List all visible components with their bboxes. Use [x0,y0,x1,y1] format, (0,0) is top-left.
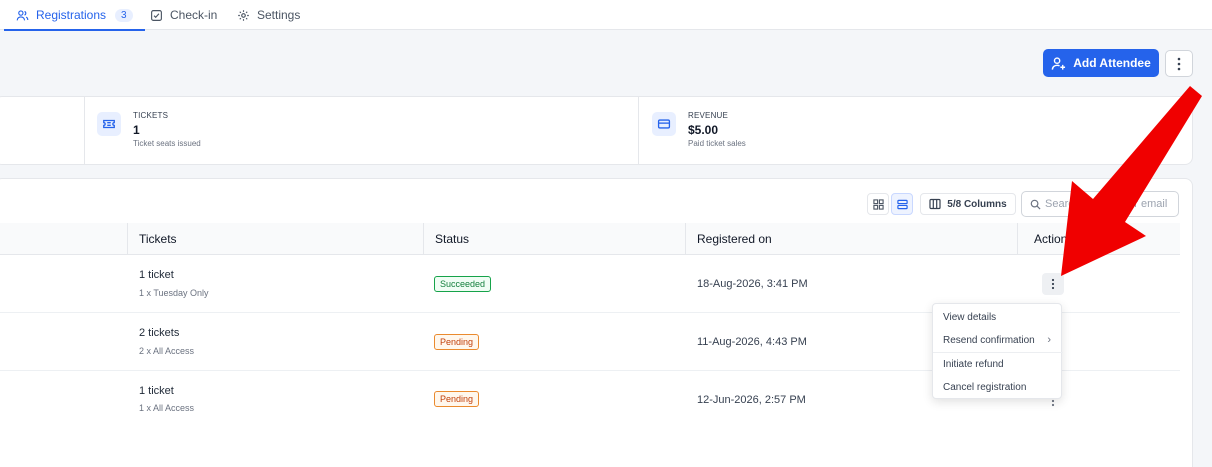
menu-item-label: Cancel registration [943,381,1027,393]
status-badge: Pending [434,391,480,407]
status-badge: Pending [434,334,480,350]
menu-item-label: View details [943,311,997,323]
menu-item-label: Initiate refund [943,358,1004,370]
column-divider [1017,223,1018,255]
gear-icon [238,9,249,21]
search-box[interactable] [1021,191,1179,217]
tab-label: Registrations [36,8,107,22]
menu-item-cancel-registration[interactable]: Cancel registration [933,376,1063,398]
menu-item-resend-confirmation[interactable]: Resend confirmation › [933,329,1063,351]
columns-button[interactable]: 5/8 Columns [920,193,1016,215]
grid-view-button[interactable] [867,193,889,215]
add-attendee-button[interactable]: Add Attendee [1043,49,1159,77]
tab-count-badge: 3 [115,8,133,22]
add-attendee-label: Add Attendee [1073,56,1151,70]
search-icon [1030,199,1041,210]
list-view-icon [896,199,908,209]
stat-sub: Ticket seats issued [133,139,201,148]
menu-item-label: Resend confirmation [943,334,1035,346]
column-header-registered-on[interactable]: Registered on [697,223,772,255]
chevron-right-icon: › [1047,334,1051,346]
stat-value: $5.00 [688,123,719,137]
grid-view-icon [872,198,884,210]
ticket-count: 2 tickets [139,327,180,339]
ticket-count: 1 ticket [139,385,174,397]
credit-card-icon [652,112,676,136]
stat-tickets: TICKETS 1 Ticket seats issued [97,111,201,148]
registered-date: 12-Jun-2026, 2:57 PM [697,394,806,406]
menu-item-view-details[interactable]: View details [933,306,1063,328]
columns-icon [929,198,941,210]
column-header-status[interactable]: Status [435,223,469,255]
stats-panel: TICKETS 1 Ticket seats issued REVENUE $5… [0,96,1193,165]
tab-settings[interactable]: Settings [237,0,300,30]
registered-date: 11-Aug-2026, 4:43 PM [697,336,807,348]
ticket-detail: 1 x Tuesday Only [139,288,209,298]
column-divider [423,223,424,255]
tab-label: Settings [257,8,301,22]
ticket-detail: 2 x All Access [139,346,195,356]
tab-check-in[interactable]: Check-in [150,0,217,30]
search-input[interactable] [1045,198,1175,210]
stat-label: REVENUE [688,111,729,120]
registered-date: 18-Aug-2026, 3:41 PM [697,278,808,290]
stat-revenue: REVENUE $5.00 Paid ticket sales [652,111,746,148]
ticket-icon [97,112,121,136]
checkbox-icon [151,9,162,21]
menu-item-initiate-refund[interactable]: Initiate refund [933,353,1063,375]
stat-value: 1 [133,123,140,137]
table-header [0,223,1180,255]
status-badge: Succeeded [434,276,492,292]
column-header-actions: Actions [1034,232,1074,246]
row-actions-menu: View details Resend confirmation › Initi… [932,303,1063,399]
vertical-dots-icon [1051,278,1055,290]
tab-registrations[interactable]: Registrations 3 [4,0,145,31]
user-plus-icon [1051,56,1066,70]
stat-label: TICKETS [133,111,169,120]
column-divider [685,223,686,255]
ticket-detail: 1 x All Access [139,403,195,413]
ticket-count: 1 ticket [139,269,174,281]
column-divider [127,223,128,255]
columns-label: 5/8 Columns [947,198,1007,210]
stat-sub: Paid ticket sales [688,139,746,148]
list-view-button[interactable] [891,193,913,215]
column-header-tickets[interactable]: Tickets [139,223,177,255]
vertical-dots-icon [1177,57,1181,70]
stat-divider [638,97,639,164]
users-icon [16,9,29,20]
more-options-button[interactable] [1165,50,1193,77]
row-actions-button[interactable] [1042,273,1064,295]
stat-divider [84,97,85,164]
tab-label: Check-in [170,8,218,22]
tab-bar: Registrations 3 Check-in Settings [0,0,1212,31]
